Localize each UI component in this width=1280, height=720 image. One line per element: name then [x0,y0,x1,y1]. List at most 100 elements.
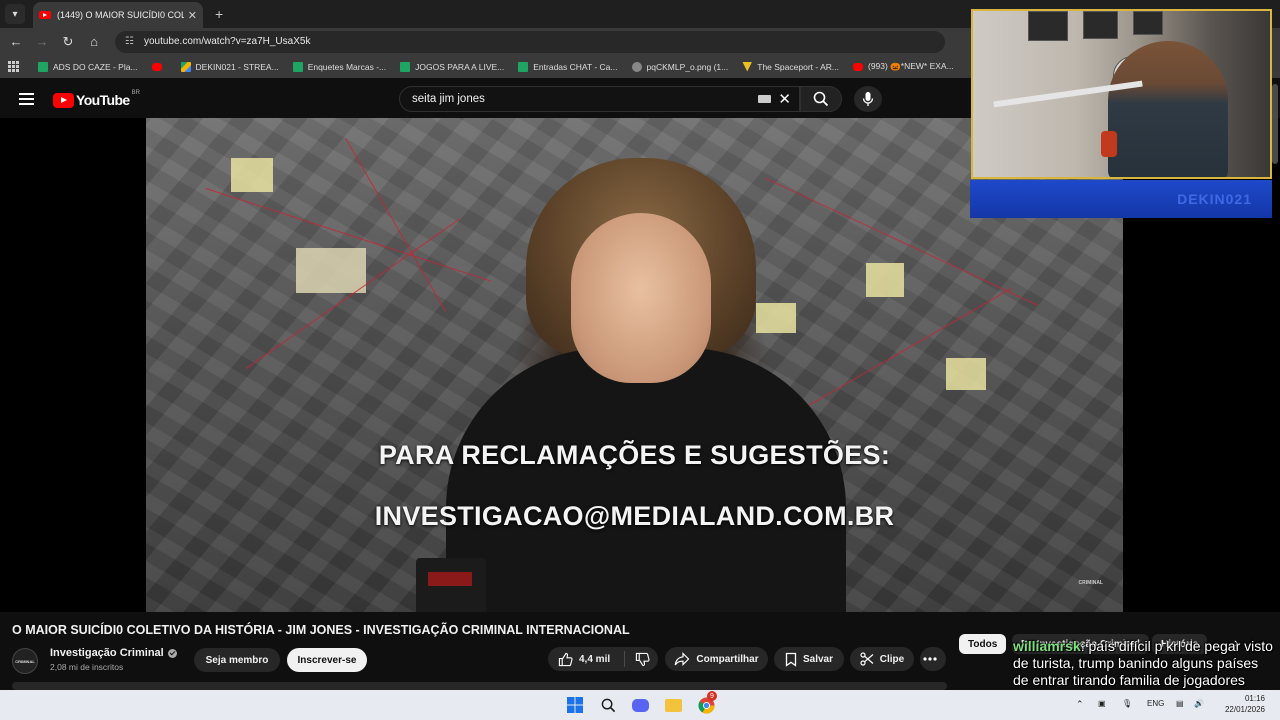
system-clock[interactable]: 01:16 22/01/2026 [1205,693,1265,715]
youtube-logo-text: YouTube [76,92,130,108]
discord-icon[interactable] [631,696,649,714]
taskbar-search-icon[interactable] [599,696,617,714]
keyboard-icon[interactable] [758,95,771,103]
red-string [786,288,1012,419]
youtube-favicon-icon [39,11,51,19]
wall-poster [1028,11,1068,41]
stream-chat-message: williamrsk: país difícil p krl de pegar … [1013,638,1273,688]
clear-search-icon[interactable]: ✕ [778,90,791,108]
bookmark-the-spaceport[interactable]: The Spaceport - AR... [742,61,839,72]
video-title: O MAIOR SUICÍDI0 COLETIVO DA HISTÓRIA - … [12,623,630,637]
chat-username: williamrsk [1013,638,1081,654]
microphone [1101,131,1117,157]
save-button[interactable]: Salvar [774,647,844,671]
chrome-icon[interactable]: 9 [697,691,717,714]
close-tab-icon[interactable]: ✕ [188,9,197,22]
youtube-play-logo-icon [53,92,74,108]
drive-icon [180,61,191,72]
tray-chevron-icon[interactable]: ⌃ [1076,699,1084,710]
address-url: youtube.com/watch?v=za7H_UsaX5k [143,36,311,47]
language-indicator[interactable]: ENG [1147,699,1164,708]
volume-icon[interactable]: 🔊 [1194,699,1204,708]
thumbs-up-icon [558,652,573,666]
streamer-webcam [971,9,1272,179]
channel-watermark: CRIMINAL [1078,580,1103,586]
subscribe-button[interactable]: Inscrever-se [287,648,367,672]
home-icon[interactable]: ⌂ [81,34,107,49]
like-button[interactable]: 4,4 mil [558,652,624,667]
like-dislike-group: 4,4 mil [548,647,658,671]
bookmark-youtube[interactable] [151,62,167,71]
page-scrollbar[interactable] [1272,84,1278,164]
description-box-edge [12,682,947,690]
image-icon [631,61,642,72]
tray-mic-icon[interactable]: 🎙 [1122,699,1132,708]
like-count: 4,4 mil [579,653,611,665]
board-note [231,158,273,192]
bookmark-youtube-video[interactable]: (993) 🎃*NEW* EXA... [852,61,954,72]
board-note [946,358,986,390]
voice-search-button[interactable] [854,86,882,112]
board-note [866,263,904,297]
verified-check-icon [167,648,177,658]
forward-icon[interactable]: → [29,34,55,49]
dislike-button[interactable] [635,652,656,667]
spaceport-icon [742,61,753,72]
clip-button[interactable]: Clipe [850,647,914,671]
back-icon[interactable]: ← [3,34,29,49]
filter-chip-all[interactable]: Todos [959,634,1007,654]
bookmark-image-png[interactable]: pqCKMLP_o.png (1... [631,61,728,72]
search-query: seita jim jones [412,93,485,105]
mug [416,558,486,612]
bookmark-entradas-chat[interactable]: Entradas CHAT - Ca... [518,61,618,72]
search-input[interactable]: seita jim jones ✕ [399,86,800,112]
thumbs-down-icon [635,652,650,666]
bookmark-enquetes-marcas[interactable]: Enquetes Marcas -... [292,61,386,72]
share-button[interactable]: Compartilhar [665,647,768,671]
more-horizontal-icon [923,657,937,661]
presenter-face [571,213,711,383]
search-button[interactable] [800,86,842,112]
presenter-body [446,348,846,612]
youtube-icon [151,62,162,71]
subscriber-count: 2,08 mi de inscritos [50,662,124,672]
video-overlay-heading: PARA RECLAMAÇÕES E SUGESTÕES: [378,440,891,470]
menu-icon[interactable] [19,93,34,105]
chrome-notification-badge: 9 [707,691,717,701]
file-explorer-icon[interactable] [664,696,682,714]
bookmark-icon [785,652,797,667]
site-settings-icon[interactable]: ☷ [125,36,134,47]
channel-avatar[interactable]: CRIMINAL [12,648,38,674]
reload-icon[interactable]: ↻ [55,34,81,50]
wall-poster [1083,11,1118,39]
webcam-banner: DEKIN021 [970,180,1272,218]
browser-tab-active[interactable]: (1449) O MAIOR SUICÍDI0 COLE ✕ [33,2,203,28]
bookmark-ads-do-caze[interactable]: ADS DO CAZE - Pla... [38,61,138,72]
screen: ▾ (1449) O MAIOR SUICÍDI0 COLE ✕ + ← → ↻… [0,0,1280,720]
tray-app-icon[interactable]: ▣ [1098,699,1106,708]
start-windows-icon[interactable] [566,696,584,714]
address-bar[interactable]: ☷ youtube.com/watch?v=za7H_UsaX5k [115,30,945,53]
more-actions-button[interactable] [920,647,946,671]
region-code: BR [131,90,140,96]
tab-search-button[interactable]: ▾ [5,4,25,24]
clock-date: 22/01/2026 [1224,705,1265,714]
sheets-icon [400,61,411,72]
network-icon[interactable]: ▤ [1176,699,1184,708]
bookmark-jogos-para-a-live[interactable]: JOGOS PARA A LIVE... [400,61,504,72]
like-divider [624,651,625,667]
sheets-icon [38,61,48,72]
webcam-banner-text: DEKIN021 [1177,191,1252,207]
apps-grid-icon[interactable] [8,60,20,73]
board-note [756,303,796,333]
board-note [296,248,366,293]
share-icon [675,652,690,666]
red-string [246,218,460,369]
new-tab-icon[interactable]: + [215,6,223,22]
sheets-icon [518,61,529,72]
youtube-logo[interactable]: YouTube BR [53,90,140,108]
bookmark-dekin021-stream[interactable]: DEKIN021 - STREA... [180,61,279,72]
clock-time: 01:16 [1244,694,1265,703]
channel-name[interactable]: Investigação Criminal [50,647,177,659]
join-button[interactable]: Seja membro [194,648,280,672]
